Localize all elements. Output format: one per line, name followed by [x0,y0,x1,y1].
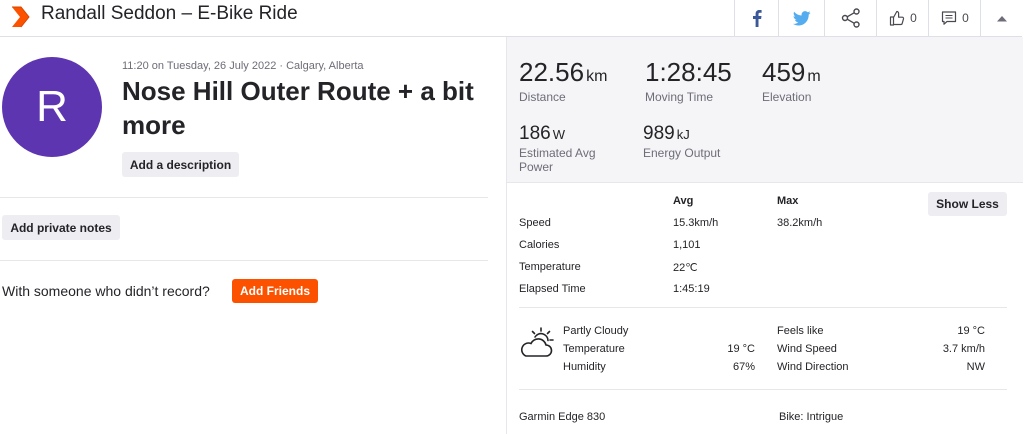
partly-cloudy-icon [520,327,554,357]
energy-unit: kJ [676,127,690,142]
primary-stats: 22.56 km Distance 1:28:45 Moving Time 459… [507,37,1023,183]
elevation-value: 459 [762,57,806,87]
divider [519,307,1007,308]
thumbs-up-icon [890,10,905,26]
wind-speed-label: Wind Speed [777,343,837,355]
share-icon [841,8,860,28]
comments-button[interactable]: 0 [928,0,981,36]
activity-meta: 11:20 on Tuesday, 26 July 2022 · Calgary… [122,60,364,72]
energy-label: Energy Output [643,146,721,160]
share-facebook-button[interactable] [734,0,779,36]
avatar-initial: R [36,82,68,131]
wind-direction-label: Wind Direction [777,361,849,373]
power-value: 186 [519,123,551,144]
elevation-stat: 459 m [762,57,821,88]
activity-title: Nose Hill Outer Route + a bit more [122,76,474,140]
twitter-icon [793,10,811,25]
power-unit: W [552,127,565,142]
power-stat: 186 W [519,123,565,145]
feels-like-value: 19 °C [957,325,985,337]
moving-time-stat: 1:28:45 [645,57,732,88]
device-name: Garmin Edge 830 [519,411,606,423]
comment-count: 0 [962,11,969,25]
elevation-unit: m [807,68,821,85]
detail-row-avg: 1:45:19 [673,283,710,295]
facebook-icon [753,10,762,27]
moving-time-value: 1:28:45 [645,57,732,87]
detail-row-max: 38.2km/h [777,217,823,229]
distance-value: 22.56 [519,57,585,87]
detail-row-avg: 1,101 [673,239,701,251]
power-label: Estimated Avg Power [519,146,596,174]
add-private-notes-button[interactable]: Add private notes [2,215,120,240]
detail-row-avg: 22℃ [673,262,698,274]
weather-humidity-label: Humidity [563,361,606,373]
caret-up-icon [997,15,1007,21]
kudos-button[interactable]: 0 [876,0,929,36]
distance-unit: km [586,68,608,85]
wind-direction-value: NW [966,361,985,373]
detail-row-avg: 15.3km/h [673,217,719,229]
detail-row-label: Elapsed Time [519,283,586,295]
divider [0,197,488,198]
comment-icon [942,11,957,25]
friends-prompt: With someone who didn’t record? [2,283,210,299]
column-header-max: Max [777,195,799,207]
detail-row-label: Speed [519,217,551,229]
weather-humidity-value: 67% [732,361,755,373]
wind-speed-value: 3.7 km/h [942,343,985,355]
kudos-count: 0 [910,11,917,25]
detail-row-label: Calories [519,239,560,251]
stats-panel: 22.56 km Distance 1:28:45 Moving Time 459… [506,37,1023,434]
distance-label: Distance [519,90,566,104]
page-title: Randall Seddon – E-Bike Ride [41,3,298,24]
column-header-avg: Avg [673,195,694,207]
collapse-header-button[interactable] [980,0,1023,36]
weather-condition: Partly Cloudy [563,325,629,337]
add-friends-button[interactable]: Add Friends [232,279,318,303]
activity-header: Randall Seddon – E-Bike Ride 0 0 [0,0,1022,37]
share-twitter-button[interactable] [778,0,825,36]
moving-time-label: Moving Time [645,90,714,104]
weather-temperature-label: Temperature [563,343,625,355]
show-less-button[interactable]: Show Less [928,192,1007,216]
energy-value: 989 [643,123,675,144]
bike-name[interactable]: Bike: Intrigue [779,411,843,423]
detail-row-label: Temperature [519,261,581,273]
weather-temperature-value: 19 °C [727,343,755,355]
divider [519,389,1007,390]
feels-like-label: Feels like [777,325,824,337]
elevation-label: Elevation [762,90,812,104]
share-button[interactable] [824,0,877,36]
distance-stat: 22.56 km [519,57,607,88]
divider [0,260,488,261]
add-description-button[interactable]: Add a description [122,152,239,177]
avatar[interactable]: R [2,57,102,157]
strava-chevron-icon [12,6,30,28]
energy-stat: 989 kJ [643,123,690,145]
